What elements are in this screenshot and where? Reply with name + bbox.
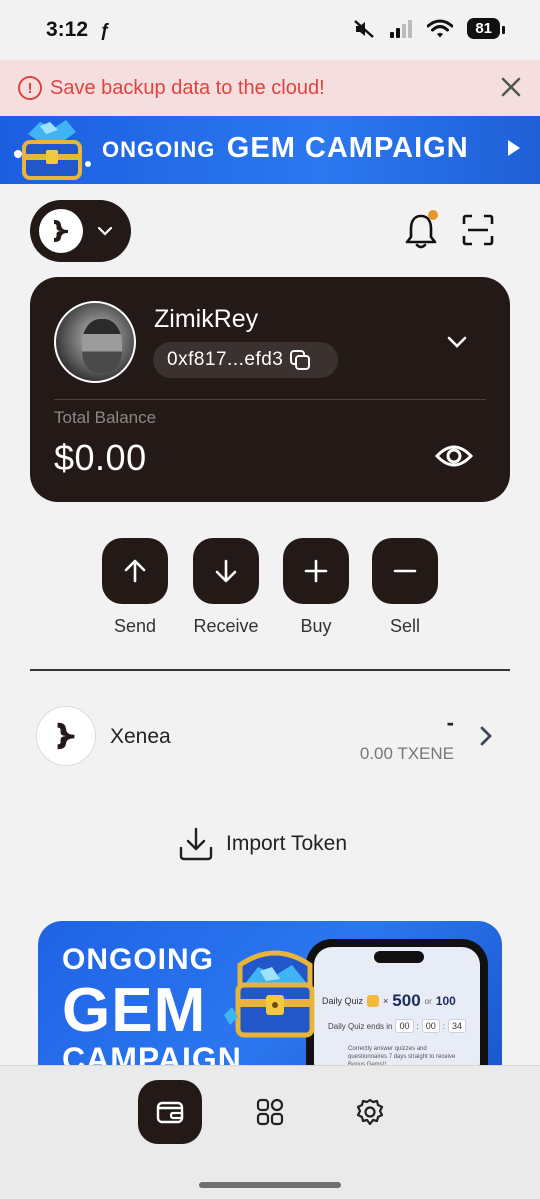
wifi-icon	[427, 19, 454, 37]
backup-warning-banner[interactable]: ! Save backup data to the cloud!	[0, 60, 540, 116]
battery-indicator: 81	[467, 18, 505, 39]
send-action[interactable]: Send	[90, 538, 180, 637]
tab-wallet[interactable]	[138, 1080, 202, 1144]
campaign-title: ONGOING GEM CAMPAIGN	[102, 132, 469, 165]
app-activity-icon: ƒ	[100, 20, 111, 40]
minus-icon	[393, 569, 417, 573]
receive-action[interactable]: Receive	[181, 538, 271, 637]
quiz-hours: 00	[395, 1019, 414, 1033]
wallet-card: ZimikRey 0xf817...efd3 Total Balance $0.…	[30, 277, 510, 502]
xenea-logo-icon	[39, 209, 83, 253]
home-indicator	[199, 1182, 341, 1188]
phone-screen: Daily Quiz × 500 or 100 Daily Quiz ends …	[314, 947, 480, 1071]
phone-notch	[374, 951, 424, 963]
wallet-icon	[156, 1101, 184, 1124]
eye-icon[interactable]	[434, 439, 474, 473]
campaign-title-small: ONGOING	[102, 137, 216, 162]
token-name: Xenea	[110, 725, 171, 748]
buy-button[interactable]	[283, 538, 349, 604]
campaign-title-big: GEM CAMPAIGN	[226, 132, 469, 164]
quiz-sep-1: :	[416, 1021, 419, 1031]
settings-gear-icon	[356, 1098, 384, 1126]
notification-badge	[428, 210, 438, 220]
arrow-up-icon	[124, 559, 146, 583]
send-button[interactable]	[102, 538, 168, 604]
import-token-button[interactable]: Import Token	[178, 824, 347, 864]
wallet-actions: Send Receive Buy Sell	[0, 538, 540, 648]
chevron-right-icon	[480, 726, 492, 746]
alert-circle-icon: !	[18, 76, 42, 100]
quiz-amount: 500	[392, 991, 421, 1010]
xenea-token-logo-icon	[36, 706, 96, 766]
tab-settings[interactable]	[338, 1080, 402, 1144]
daily-quiz-row: Daily Quiz × 500 or 100	[322, 991, 456, 1011]
tab-apps[interactable]	[238, 1080, 302, 1144]
gem-campaign-banner[interactable]: ONGOING GEM CAMPAIGN	[0, 116, 540, 184]
section-divider	[30, 669, 510, 671]
apps-grid-icon	[256, 1098, 284, 1126]
play-arrow-icon	[508, 140, 520, 156]
quiz-minutes: 00	[421, 1019, 440, 1033]
token-amount: 0.00 TXENE	[359, 744, 454, 763]
gem-campaign-promo-card[interactable]: ONGOING GEM CAMPAIGN Daily Quiz × 500 or…	[38, 921, 502, 1071]
quiz-ends-label: Daily Quiz ends in	[328, 1021, 393, 1031]
quiz-countdown: Daily Quiz ends in 00 : 00 : 34	[328, 1019, 466, 1033]
sell-action[interactable]: Sell	[360, 538, 450, 637]
promo-title-line2: GEM	[62, 976, 207, 1045]
account-switch-chevron-icon[interactable]	[444, 329, 470, 355]
buy-action[interactable]: Buy	[271, 538, 361, 637]
receive-button[interactable]	[193, 538, 259, 604]
wallet-address-pill[interactable]: 0xf817...efd3	[153, 342, 338, 378]
network-selector[interactable]	[30, 200, 131, 262]
download-icon	[179, 827, 213, 861]
plus-icon	[304, 559, 328, 583]
token-fiat-value: -	[446, 710, 454, 735]
treasure-chest-icon	[14, 120, 91, 180]
close-icon[interactable]	[498, 74, 524, 100]
card-divider	[54, 399, 486, 400]
import-token-label: Import Token	[226, 832, 348, 855]
receive-label: Receive	[193, 616, 259, 636]
cellular-signal-icon	[390, 19, 413, 38]
quiz-alt-amount: 100	[435, 994, 456, 1008]
quiz-sep-2: :	[442, 1021, 445, 1031]
qr-scan-icon[interactable]	[462, 214, 494, 246]
backup-warning-text: Save backup data to the cloud!	[50, 76, 325, 99]
sell-button[interactable]	[372, 538, 438, 604]
treasure-chest-icon	[224, 950, 315, 1038]
phone-mockup: Daily Quiz × 500 or 100 Daily Quiz ends …	[306, 939, 488, 1071]
quiz-seconds: 34	[447, 1019, 466, 1033]
copy-icon[interactable]	[289, 349, 311, 371]
quiz-or: or	[424, 996, 432, 1006]
wallet-address: 0xf817...efd3	[167, 349, 284, 370]
balance-label: Total Balance	[54, 408, 157, 427]
bottom-tab-bar	[0, 1065, 540, 1199]
status-bar: 3:12 ƒ 81	[0, 0, 540, 60]
sell-label: Sell	[389, 616, 420, 636]
token-row[interactable]: Xenea - 0.00 TXENE	[0, 700, 540, 774]
buy-label: Buy	[300, 616, 332, 636]
chevron-down-icon	[97, 226, 113, 236]
balance-value: $0.00	[54, 437, 147, 478]
avatar-photo	[82, 319, 122, 373]
avatar	[54, 301, 136, 383]
wallet-name: ZimikRey	[154, 305, 259, 333]
mute-icon	[354, 19, 375, 38]
gem-coin-icon	[367, 995, 380, 1007]
promo-title-line1: ONGOING	[62, 943, 215, 976]
arrow-down-icon	[215, 559, 237, 583]
status-icons: 81	[353, 18, 505, 39]
status-time: 3:12	[46, 18, 89, 41]
send-label: Send	[113, 616, 157, 636]
quiz-times: ×	[383, 996, 389, 1006]
